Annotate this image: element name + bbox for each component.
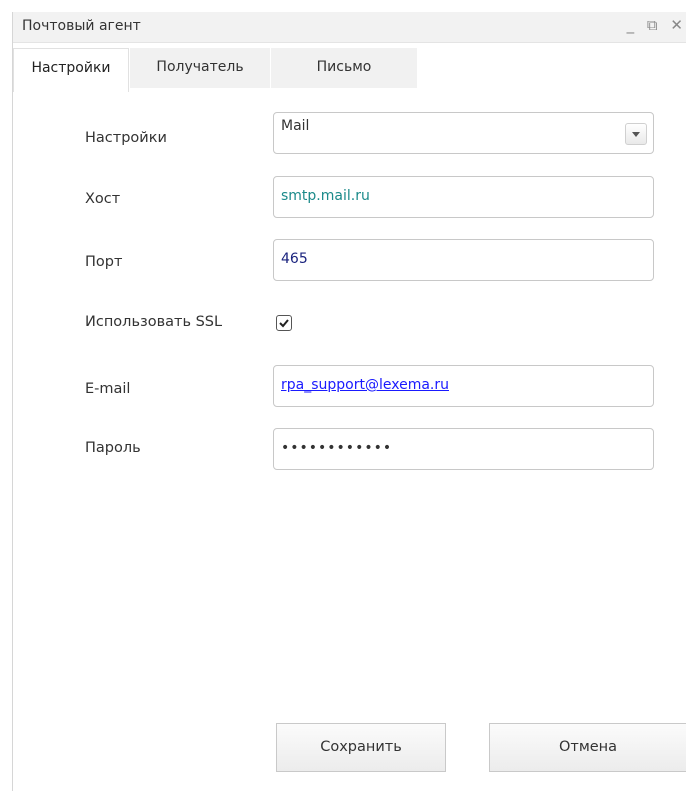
minimize-icon[interactable]: _ xyxy=(627,16,639,34)
tab-settings-label: Настройки xyxy=(31,60,111,76)
cancel-button[interactable]: Отмена xyxy=(489,723,686,772)
port-label: Порт xyxy=(85,254,123,270)
tabs: Настройки Получатель Письмо xyxy=(13,48,686,92)
email-label: E-mail xyxy=(85,381,131,397)
chevron-down-icon[interactable] xyxy=(625,123,647,145)
window-controls: _ ⧉ ✕ xyxy=(627,16,686,34)
tab-letter-label: Письмо xyxy=(316,59,372,75)
ssl-label: Использовать SSL xyxy=(85,314,223,330)
tab-letter[interactable]: Письмо xyxy=(271,48,417,88)
close-icon[interactable]: ✕ xyxy=(670,16,686,34)
checkmark-icon xyxy=(279,319,289,328)
password-value: •••••••••••• xyxy=(281,440,393,456)
settings-select-value: Mail xyxy=(281,118,310,134)
port-value: 465 xyxy=(281,251,308,267)
tab-recipient-label: Получатель xyxy=(156,59,244,75)
window-title: Почтовый агент xyxy=(22,18,141,34)
tab-settings[interactable]: Настройки xyxy=(13,48,129,92)
titlebar: Почтовый агент _ ⧉ ✕ xyxy=(13,12,686,43)
settings-select[interactable]: Mail xyxy=(273,112,654,154)
restore-icon[interactable]: ⧉ xyxy=(647,16,662,34)
save-button[interactable]: Сохранить xyxy=(276,723,446,772)
password-input[interactable]: •••••••••••• xyxy=(273,428,654,470)
settings-label: Настройки xyxy=(85,130,167,146)
port-input[interactable]: 465 xyxy=(273,239,654,281)
email-value: rpa_support@lexema.ru xyxy=(281,377,449,393)
tab-recipient[interactable]: Получатель xyxy=(130,48,270,88)
host-label: Хост xyxy=(85,191,121,207)
mail-agent-window: Почтовый агент _ ⧉ ✕ Настройки Получател… xyxy=(12,12,686,791)
email-input[interactable]: rpa_support@lexema.ru xyxy=(273,365,654,407)
host-value: smtp.mail.ru xyxy=(281,188,370,204)
password-label: Пароль xyxy=(85,440,141,456)
ssl-checkbox[interactable] xyxy=(276,315,292,331)
host-input[interactable]: smtp.mail.ru xyxy=(273,176,654,218)
